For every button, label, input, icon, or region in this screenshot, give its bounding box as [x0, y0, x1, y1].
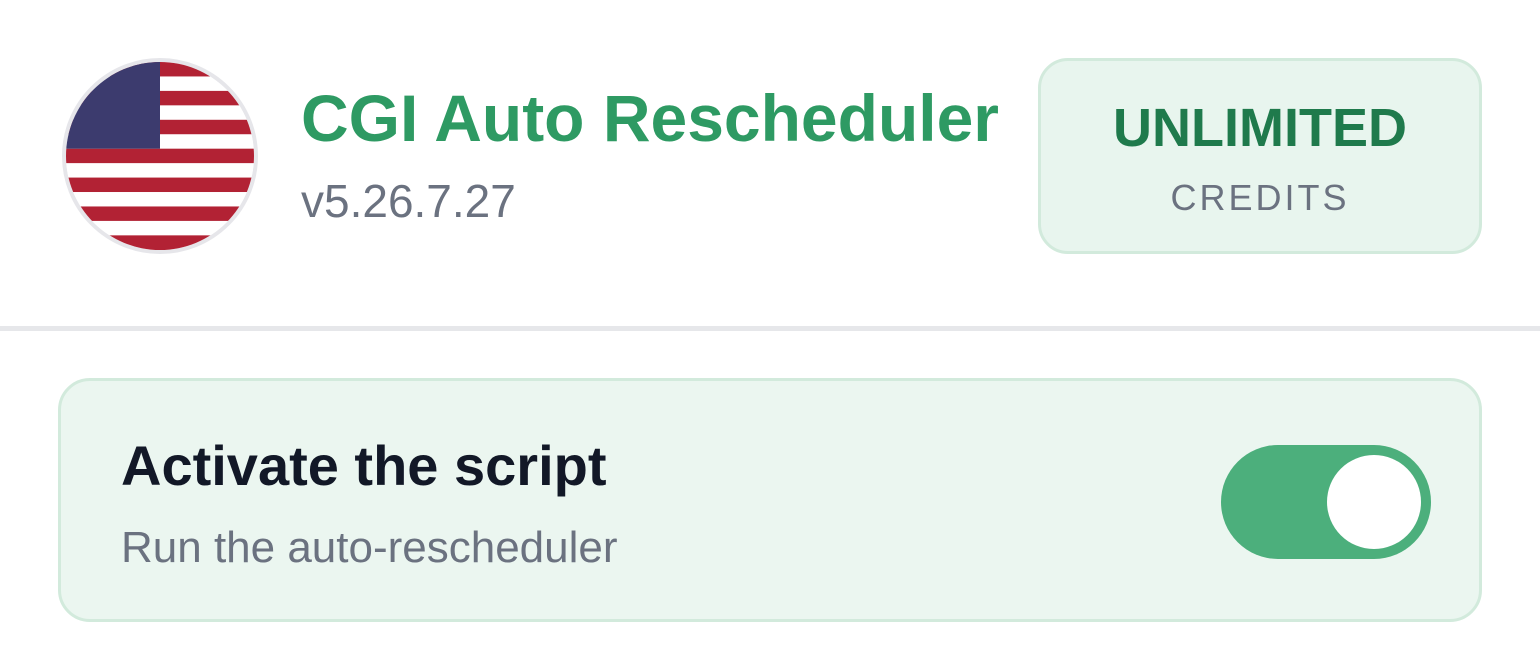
credits-value: UNLIMITED: [1113, 98, 1407, 158]
credits-label: CREDITS: [1170, 177, 1350, 218]
credits-badge: UNLIMITED CREDITS: [1038, 58, 1482, 254]
toggle-knob: [1327, 455, 1421, 549]
activate-script-card: Activate the script Run the auto-resched…: [58, 378, 1482, 622]
header-divider: [0, 326, 1540, 331]
activate-script-subtitle: Run the auto-rescheduler: [121, 523, 618, 572]
app-header: CGI Auto Rescheduler v5.26.7.27 UNLIMITE…: [0, 0, 1540, 326]
activate-script-title: Activate the script: [121, 434, 607, 497]
us-flag-icon: [62, 58, 258, 254]
app-title: CGI Auto Rescheduler: [301, 81, 999, 155]
activate-script-toggle[interactable]: [1221, 445, 1431, 559]
app-version: v5.26.7.27: [301, 175, 516, 227]
